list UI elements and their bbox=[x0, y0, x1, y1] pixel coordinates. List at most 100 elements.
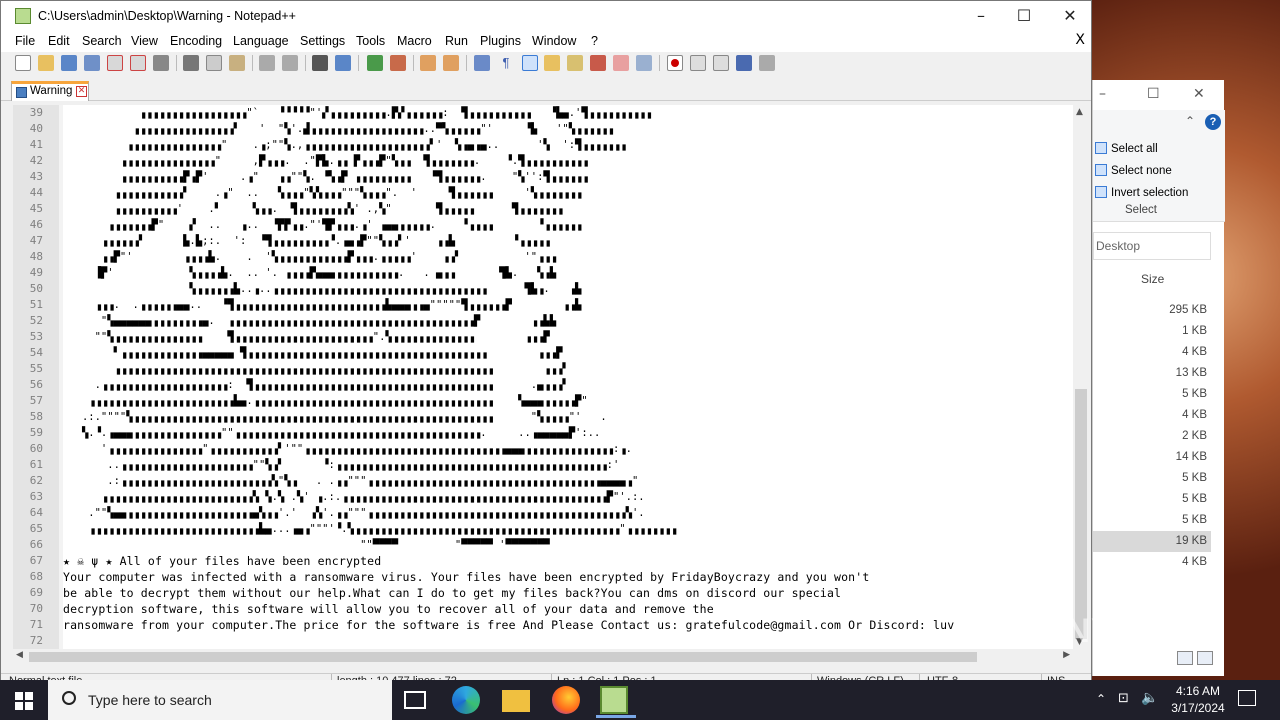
menu-help[interactable]: ? bbox=[591, 34, 598, 48]
notepadpp-taskbar-icon[interactable] bbox=[596, 686, 636, 718]
menu-settings[interactable]: Settings bbox=[300, 34, 345, 48]
windows-logo-icon bbox=[15, 692, 23, 700]
scroll-right-icon[interactable]: ▶ bbox=[1063, 650, 1070, 660]
show-all-chars-icon[interactable]: ¶ bbox=[498, 55, 514, 71]
menu-edit[interactable]: Edit bbox=[48, 34, 70, 48]
file-size-cell[interactable]: 4 KB bbox=[1093, 552, 1211, 573]
close-file-icon[interactable] bbox=[107, 55, 123, 71]
undo-icon[interactable] bbox=[259, 55, 275, 71]
start-button[interactable] bbox=[0, 680, 48, 720]
replace-icon[interactable] bbox=[335, 55, 351, 71]
minimize-button[interactable]: – bbox=[961, 6, 1001, 25]
save-icon[interactable] bbox=[61, 55, 77, 71]
collapse-ribbon-icon[interactable]: ⌃ bbox=[1185, 114, 1195, 128]
close-all-icon[interactable] bbox=[130, 55, 146, 71]
details-view-icon[interactable] bbox=[1177, 651, 1193, 665]
network-icon[interactable]: ⊡ bbox=[1118, 691, 1129, 720]
menu-run[interactable]: Run bbox=[445, 34, 468, 48]
vertical-scroll-thumb[interactable] bbox=[1075, 389, 1087, 639]
volume-icon[interactable]: 🔈 bbox=[1141, 690, 1158, 720]
menu-language[interactable]: Language bbox=[233, 34, 289, 48]
save-all-icon[interactable] bbox=[84, 55, 100, 71]
file-size-cell[interactable]: 14 KB bbox=[1093, 447, 1211, 468]
horizontal-scroll-thumb[interactable] bbox=[29, 652, 977, 662]
line-number: 39 bbox=[29, 106, 43, 119]
large-icons-view-icon[interactable] bbox=[1197, 651, 1213, 665]
sync-horizontal-icon[interactable] bbox=[443, 55, 459, 71]
find-icon[interactable] bbox=[312, 55, 328, 71]
menu-window[interactable]: Window bbox=[532, 34, 576, 48]
tab-warning[interactable]: Warning ✕ bbox=[11, 81, 89, 101]
redo-icon[interactable] bbox=[282, 55, 298, 71]
size-column-header[interactable]: Size bbox=[1141, 272, 1164, 286]
function-list-icon[interactable] bbox=[590, 55, 606, 71]
menu-view[interactable]: View bbox=[131, 34, 158, 48]
word-wrap-icon[interactable] bbox=[474, 55, 490, 71]
zoom-in-icon[interactable] bbox=[367, 55, 383, 71]
tab-close-icon[interactable]: ✕ bbox=[76, 86, 87, 97]
monitoring-icon[interactable] bbox=[636, 55, 652, 71]
edge-icon[interactable] bbox=[452, 686, 480, 714]
close-button[interactable]: ✕ bbox=[1050, 6, 1090, 25]
select-none-button[interactable]: Select none bbox=[1095, 162, 1172, 180]
file-size-cell[interactable]: 13 KB bbox=[1093, 363, 1211, 384]
copy-icon[interactable] bbox=[206, 55, 222, 71]
doc-map-icon[interactable] bbox=[567, 55, 583, 71]
file-size-cell[interactable]: 4 KB bbox=[1093, 342, 1211, 363]
menu-macro[interactable]: Macro bbox=[397, 34, 432, 48]
save-macro-icon[interactable] bbox=[759, 55, 775, 71]
file-size-cell[interactable]: 2 KB bbox=[1093, 426, 1211, 447]
file-size-cell[interactable]: 4 KB bbox=[1093, 405, 1211, 426]
file-size-cell[interactable]: 295 KB bbox=[1093, 300, 1211, 321]
firefox-icon[interactable] bbox=[552, 686, 580, 714]
user-language-icon[interactable] bbox=[544, 55, 560, 71]
menu-encoding[interactable]: Encoding bbox=[170, 34, 222, 48]
print-icon[interactable] bbox=[153, 55, 169, 71]
horizontal-scrollbar[interactable]: ◀ ▶ bbox=[13, 649, 1073, 665]
record-macro-icon[interactable] bbox=[667, 55, 683, 71]
show-hidden-icons-icon[interactable]: ⌃ bbox=[1096, 692, 1106, 720]
explorer-close-button[interactable]: ✕ bbox=[1193, 86, 1205, 102]
explorer-minimize-button[interactable]: – bbox=[1099, 86, 1106, 102]
menu-file[interactable]: File bbox=[15, 34, 35, 48]
editor-line: 50 ▚▗▗▗▗▗▗▙..▗..▗▗▗▗▗▗▗▗▗▗▗▗▗▗▗▗▗▗▗▗▗▗▗▗… bbox=[13, 281, 1073, 297]
stop-macro-icon[interactable] bbox=[690, 55, 706, 71]
file-size-cell[interactable]: 5 KB bbox=[1093, 510, 1211, 531]
line-number: 68 bbox=[29, 570, 43, 583]
file-size-cell[interactable]: 5 KB bbox=[1093, 489, 1211, 510]
file-size-cell[interactable]: 19 KB bbox=[1093, 531, 1211, 552]
close-document-icon[interactable]: X bbox=[1075, 32, 1085, 48]
cut-icon[interactable] bbox=[183, 55, 199, 71]
scroll-up-icon[interactable]: ▲ bbox=[1076, 107, 1083, 117]
address-bar[interactable]: Desktop bbox=[1093, 232, 1211, 260]
select-all-button[interactable]: Select all bbox=[1095, 140, 1158, 158]
paste-icon[interactable] bbox=[229, 55, 245, 71]
indent-guide-icon[interactable] bbox=[522, 55, 538, 71]
zoom-out-icon[interactable] bbox=[390, 55, 406, 71]
task-view-icon[interactable] bbox=[404, 691, 426, 709]
file-size-cell[interactable]: 5 KB bbox=[1093, 468, 1211, 489]
play-macro-icon[interactable] bbox=[713, 55, 729, 71]
run-macro-multiple-icon[interactable] bbox=[736, 55, 752, 71]
menu-plugins[interactable]: Plugins bbox=[480, 34, 521, 48]
explorer-maximize-button[interactable]: ☐ bbox=[1147, 86, 1160, 102]
sync-vertical-icon[interactable] bbox=[420, 55, 436, 71]
text-editor[interactable]: 39 ▗▗▗▗▗▗▗▗▗▗▗▗▗▗▗▗▗"` ▝▝▝▝▝"'▞▗▗▗▗▗▗▗▗▗… bbox=[13, 105, 1073, 649]
file-size-cell[interactable]: 1 KB bbox=[1093, 321, 1211, 342]
vertical-scrollbar[interactable]: ▲ ▼ bbox=[1073, 105, 1089, 649]
menu-search[interactable]: Search bbox=[82, 34, 122, 48]
line-text: ▗▗▗▗▗▗▗▗▗▗▗▗▗▗▗▗▘ ' "▚'.▟▗▗▗▗▗▗▗▗▗▗▗▗▗▗▗… bbox=[63, 123, 613, 135]
menu-tools[interactable]: Tools bbox=[356, 34, 385, 48]
taskbar-search[interactable]: Type here to search bbox=[48, 680, 392, 720]
invert-selection-button[interactable]: Invert selection bbox=[1095, 184, 1188, 202]
open-file-icon[interactable] bbox=[38, 55, 54, 71]
scroll-left-icon[interactable]: ◀ bbox=[16, 650, 23, 660]
file-size-cell[interactable]: 5 KB bbox=[1093, 384, 1211, 405]
file-explorer-icon[interactable] bbox=[502, 690, 530, 712]
help-icon[interactable]: ? bbox=[1205, 114, 1221, 130]
notifications-icon[interactable] bbox=[1238, 690, 1256, 706]
folder-workspace-icon[interactable] bbox=[613, 55, 629, 71]
new-file-icon[interactable] bbox=[15, 55, 31, 71]
system-clock[interactable]: 4:16 AM 3/17/2024 bbox=[1160, 683, 1236, 717]
maximize-button[interactable]: ☐ bbox=[1004, 6, 1044, 25]
